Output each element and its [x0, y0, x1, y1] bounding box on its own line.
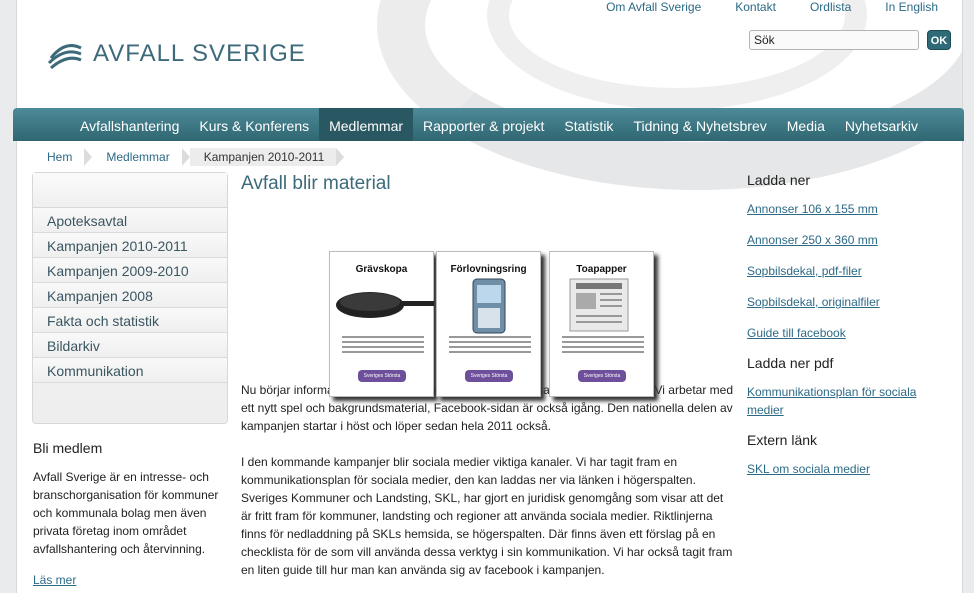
logo-text: Avfall Sverige — [93, 40, 306, 67]
ladda-ner-title: Ladda ner — [747, 172, 811, 188]
sidebar-item-kampanjen-2008[interactable]: Kampanjen 2008 — [33, 283, 227, 308]
sidebar-item-kampanjen-2010-2011[interactable]: Kampanjen 2010-2011 — [33, 233, 227, 258]
card-text-lines — [342, 336, 424, 356]
link-annonser-250[interactable]: Annonser 250 x 360 mm — [747, 231, 937, 249]
extern-lank-section: Extern länk SKL om sociala medier — [747, 432, 937, 478]
breadcrumb-hem[interactable]: Hem — [33, 148, 85, 166]
card-title: Förlovningsring — [450, 264, 527, 275]
nav-item-media[interactable]: Media — [777, 108, 835, 141]
main-content: Avfall blir material Grävskopa Sveriges … — [241, 173, 733, 593]
ladda-ner-pdf-section: Ladda ner pdf Kommunikationsplan för soc… — [747, 355, 937, 419]
main-nav: Avfallshantering Kurs & Konferens Medlem… — [13, 108, 964, 141]
card-badge: Sveriges Största Miljösamlare — [358, 370, 406, 391]
card-badge: Sveriges Största Miljösamlare — [465, 370, 513, 391]
top-links: Om Avfall Sverige Kontakt Ordlista In En… — [606, 0, 938, 14]
bli-medlem-title: Bli medlem — [33, 440, 103, 456]
campaign-card-gravskopa: Grävskopa Sveriges Största Miljösamlare — [329, 251, 434, 397]
mobile-phone-icon — [472, 278, 506, 334]
search-box: OK — [749, 30, 951, 50]
card-title: Grävskopa — [355, 264, 408, 275]
page-title: Avfall blir material — [241, 173, 391, 194]
link-sopbilsdekal-pdf[interactable]: Sopbilsdekal, pdf-filer — [747, 262, 937, 280]
sidebar-item-apoteksavtal[interactable]: Apoteksavtal — [33, 208, 227, 233]
nav-item-statistik[interactable]: Statistik — [554, 108, 623, 141]
nav-item-medlemmar[interactable]: Medlemmar — [319, 108, 414, 141]
link-sopbilsdekal-original[interactable]: Sopbilsdekal, originalfiler — [747, 293, 937, 311]
sidebar-item-fakta-statistik[interactable]: Fakta och statistik — [33, 308, 227, 333]
sidebar-item-kommunikation[interactable]: Kommunikation — [33, 358, 227, 383]
frying-pan-icon — [336, 292, 434, 318]
link-annonser-106[interactable]: Annonser 106 x 155 mm — [747, 200, 937, 218]
breadcrumb-separator — [84, 148, 93, 166]
breadcrumb-current: Kampanjen 2010-2011 — [189, 148, 337, 166]
ladda-ner-section: Ladda ner Annonser 106 x 155 mm Annonser… — [747, 172, 937, 342]
bli-medlem-box: Bli medlem Avfall Sverige är en intresse… — [33, 440, 233, 589]
las-mer-link[interactable]: Läs mer — [33, 573, 76, 587]
link-guide-facebook[interactable]: Guide till facebook — [747, 324, 937, 342]
search-ok-button[interactable]: OK — [927, 30, 951, 50]
logo-swirl-icon — [47, 44, 82, 70]
nav-item-tidning[interactable]: Tidning & Nyhetsbrev — [623, 108, 776, 141]
card-text-lines — [562, 336, 644, 356]
link-kommunikationsplan[interactable]: Kommunikationsplan för sociala medier — [747, 383, 937, 419]
breadcrumb-medlemmar[interactable]: Medlemmar — [92, 148, 182, 166]
breadcrumb: Hem Medlemmar Kampanjen 2010-2011 — [33, 148, 345, 166]
sidebar-item-bildarkiv[interactable]: Bildarkiv — [33, 333, 227, 358]
nav-item-rapporter[interactable]: Rapporter & projekt — [413, 108, 554, 141]
card-badge: Sveriges Största Miljösamlare — [578, 370, 626, 391]
sidebar-item-kampanjen-2009-2010[interactable]: Kampanjen 2009-2010 — [33, 258, 227, 283]
card-title: Toapapper — [576, 264, 627, 275]
nav-item-nyhetsarkiv[interactable]: Nyhetsarkiv — [835, 108, 928, 141]
nav-item-avfallshantering[interactable]: Avfallshantering — [70, 108, 189, 141]
article-paragraph-2: I den kommande kampanjer blir sociala me… — [241, 455, 733, 577]
ladda-ner-pdf-title: Ladda ner pdf — [747, 355, 834, 371]
right-column: Ladda ner Annonser 106 x 155 mm Annonser… — [747, 172, 937, 491]
sidebar-menu: Apoteksavtal Kampanjen 2010-2011 Kampanj… — [32, 172, 228, 424]
nav-item-kurs-konferens[interactable]: Kurs & Konferens — [189, 108, 319, 141]
sidebar-menu-header — [33, 173, 227, 208]
breadcrumb-separator — [181, 148, 190, 166]
bli-medlem-text: Avfall Sverige är en intresse- och brans… — [33, 470, 219, 556]
top-link-om[interactable]: Om Avfall Sverige — [606, 0, 701, 14]
newspaper-icon — [569, 278, 629, 332]
card-text-lines — [449, 336, 531, 356]
link-skl-sociala-medier[interactable]: SKL om sociala medier — [747, 460, 937, 478]
extern-lank-title: Extern länk — [747, 432, 818, 448]
top-link-ordlista[interactable]: Ordlista — [810, 0, 851, 14]
top-link-english[interactable]: In English — [885, 0, 938, 14]
top-link-kontakt[interactable]: Kontakt — [735, 0, 776, 14]
site-logo[interactable]: Avfall Sverige — [47, 38, 306, 70]
campaign-image: Grävskopa Sveriges Största Miljösamlare … — [241, 207, 733, 397]
breadcrumb-separator — [336, 148, 345, 166]
campaign-card-toapapper: Toapapper Sveriges Största Miljösamlare — [549, 251, 654, 397]
campaign-card-forlovningsring: Förlovningsring Sveriges Största Miljösa… — [436, 251, 541, 397]
search-input[interactable] — [749, 30, 919, 50]
